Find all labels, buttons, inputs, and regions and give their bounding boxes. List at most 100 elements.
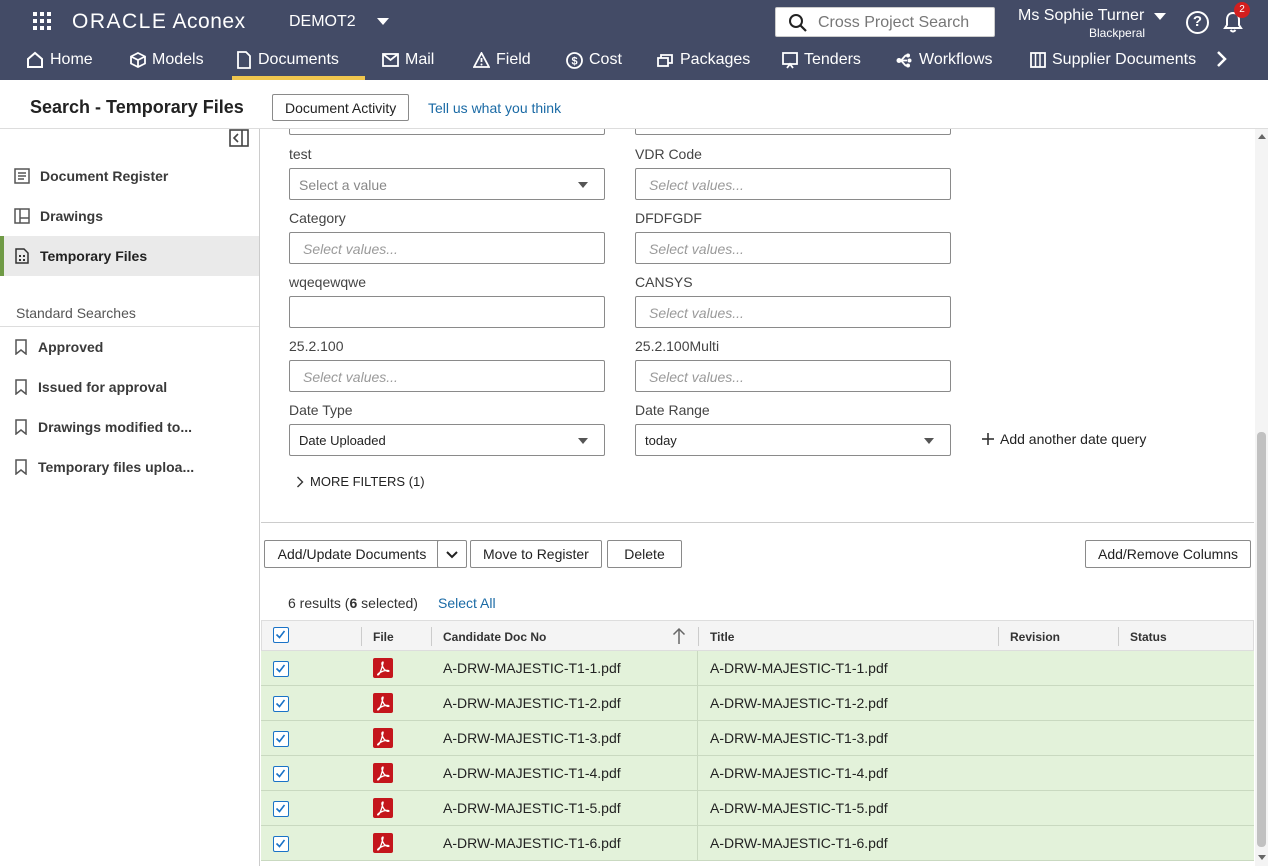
nav-mail[interactable]: Mail	[382, 40, 434, 80]
search-icon	[789, 14, 807, 32]
register-icon	[14, 168, 30, 184]
partial-field-left[interactable]	[289, 129, 605, 135]
column-candidate-doc-no[interactable]: Candidate Doc No	[443, 630, 546, 644]
feedback-link[interactable]: Tell us what you think	[428, 100, 561, 116]
table-row[interactable]: A-DRW-MAJESTIC-T1-1.pdf A-DRW-MAJESTIC-T…	[261, 651, 1254, 686]
top-bar: ORACLE Aconex DEMOT2 Ms Sophie Turner Bl…	[0, 0, 1268, 80]
partial-field-right[interactable]	[635, 129, 951, 135]
row-checkbox[interactable]	[273, 836, 289, 852]
app-grid-icon[interactable]	[33, 12, 51, 30]
category-label: Category	[289, 210, 346, 226]
test-select[interactable]: Select a value	[289, 168, 605, 200]
document-title: A-DRW-MAJESTIC-T1-6.pdf	[710, 835, 888, 851]
table-row[interactable]: A-DRW-MAJESTIC-T1-6.pdf A-DRW-MAJESTIC-T…	[261, 826, 1254, 861]
pdf-file-icon[interactable]	[373, 798, 393, 818]
scroll-up-arrow-icon[interactable]	[1258, 134, 1266, 139]
pdf-file-icon[interactable]	[373, 728, 393, 748]
nav-field[interactable]: Field	[473, 40, 531, 80]
nav-tenders[interactable]: Tenders	[782, 40, 861, 80]
saved-search-temporary-files-uploaded[interactable]: Temporary files uploa...	[0, 447, 259, 487]
category-input[interactable]: Select values...	[289, 232, 605, 264]
page-scrollbar[interactable]	[1255, 129, 1268, 866]
vdr-code-label: VDR Code	[635, 146, 702, 162]
nav-home[interactable]: Home	[26, 40, 93, 80]
candidate-doc-no: A-DRW-MAJESTIC-T1-2.pdf	[443, 695, 621, 711]
pdf-file-icon[interactable]	[373, 658, 393, 678]
saved-search-issued-for-approval[interactable]: Issued for approval	[0, 367, 259, 407]
move-to-register-button[interactable]: Move to Register	[470, 540, 602, 568]
candidate-doc-no: A-DRW-MAJESTIC-T1-5.pdf	[443, 800, 621, 816]
column-file[interactable]: File	[373, 630, 394, 644]
candidate-doc-no: A-DRW-MAJESTIC-T1-6.pdf	[443, 835, 621, 851]
collapse-sidebar-icon[interactable]	[229, 129, 249, 147]
packages-icon	[657, 53, 673, 67]
user-menu-caret-icon[interactable]	[1154, 13, 1166, 20]
column-title[interactable]: Title	[710, 630, 734, 644]
project-caret-icon[interactable]	[377, 18, 389, 25]
workflow-icon	[896, 53, 912, 67]
candidate-doc-no: A-DRW-MAJESTIC-T1-3.pdf	[443, 730, 621, 746]
column-status[interactable]: Status	[1130, 630, 1167, 644]
nav-documents[interactable]: Documents	[232, 40, 365, 80]
chevron-right-icon[interactable]	[1215, 50, 1229, 68]
nav-supplier-documents[interactable]: Supplier Documents	[1030, 40, 1196, 80]
document-icon	[237, 51, 251, 69]
pdf-file-icon[interactable]	[373, 833, 393, 853]
scroll-thumb[interactable]	[1257, 432, 1266, 847]
cross-project-search[interactable]	[775, 7, 995, 37]
dollar-icon: $	[566, 51, 583, 69]
date-range-select[interactable]: today	[635, 424, 951, 456]
sidebar-item-drawings[interactable]: Drawings	[0, 196, 259, 236]
row-checkbox[interactable]	[273, 801, 289, 817]
dfdfgdf-input[interactable]: Select values...	[635, 232, 951, 264]
search-input[interactable]	[818, 13, 988, 33]
oracle-aconex-logo[interactable]: ORACLE Aconex	[72, 10, 246, 34]
add-date-query-button[interactable]: Add another date query	[981, 431, 1146, 447]
more-filters-toggle[interactable]: MORE FILTERS (1)	[296, 474, 425, 489]
add-remove-columns-button[interactable]: Add/Remove Columns	[1085, 540, 1252, 568]
dfdfgdf-label: DFDFGDF	[635, 210, 702, 226]
vdr-code-input[interactable]: Select values...	[635, 168, 951, 200]
home-icon	[27, 51, 43, 68]
nav-workflows[interactable]: Workflows	[896, 40, 993, 80]
row-checkbox[interactable]	[273, 766, 289, 782]
nav-cost[interactable]: $ Cost	[566, 40, 622, 80]
user-name[interactable]: Ms Sophie Turner	[1018, 7, 1144, 25]
document-activity-button[interactable]: Document Activity	[272, 94, 410, 121]
chevron-down-icon	[578, 182, 588, 188]
project-name[interactable]: DEMOT2	[289, 13, 356, 31]
wqeqewqwe-input[interactable]	[289, 296, 605, 328]
add-update-dropdown-button[interactable]	[437, 540, 467, 568]
row-checkbox[interactable]	[273, 731, 289, 747]
pdf-file-icon[interactable]	[373, 693, 393, 713]
date-type-select[interactable]: Date Uploaded	[289, 424, 605, 456]
delete-button[interactable]: Delete	[607, 540, 682, 568]
svg-text:$: $	[571, 55, 577, 67]
table-row[interactable]: A-DRW-MAJESTIC-T1-3.pdf A-DRW-MAJESTIC-T…	[261, 721, 1254, 756]
version-25-input[interactable]: Select values...	[289, 360, 605, 392]
table-row[interactable]: A-DRW-MAJESTIC-T1-4.pdf A-DRW-MAJESTIC-T…	[261, 756, 1254, 791]
sidebar-item-document-register[interactable]: Document Register	[0, 156, 259, 196]
table-row[interactable]: A-DRW-MAJESTIC-T1-5.pdf A-DRW-MAJESTIC-T…	[261, 791, 1254, 826]
help-icon[interactable]: ?	[1186, 11, 1209, 34]
nav-models[interactable]: Models	[130, 40, 204, 80]
version-25-multi-input[interactable]: Select values...	[635, 360, 951, 392]
row-checkbox[interactable]	[273, 696, 289, 712]
sidebar-item-temporary-files[interactable]: Temporary Files	[0, 236, 259, 276]
select-all-link[interactable]: Select All	[438, 595, 496, 611]
scroll-down-arrow-icon[interactable]	[1258, 855, 1266, 860]
saved-search-drawings-modified[interactable]: Drawings modified to...	[0, 407, 259, 447]
add-update-documents-button[interactable]: Add/Update Documents	[264, 540, 440, 568]
select-all-checkbox[interactable]	[273, 627, 289, 643]
nav-packages[interactable]: Packages	[657, 40, 750, 80]
column-revision[interactable]: Revision	[1010, 630, 1060, 644]
sort-ascending-icon[interactable]	[672, 627, 686, 645]
saved-search-approved[interactable]: Approved	[0, 327, 259, 367]
row-checkbox[interactable]	[273, 661, 289, 677]
pdf-file-icon[interactable]	[373, 763, 393, 783]
table-row[interactable]: A-DRW-MAJESTIC-T1-2.pdf A-DRW-MAJESTIC-T…	[261, 686, 1254, 721]
cansys-input[interactable]: Select values...	[635, 296, 951, 328]
wqeqewqwe-label: wqeqewqwe	[289, 274, 367, 290]
notification-badge: 2	[1234, 2, 1250, 18]
tenders-icon	[782, 51, 798, 69]
